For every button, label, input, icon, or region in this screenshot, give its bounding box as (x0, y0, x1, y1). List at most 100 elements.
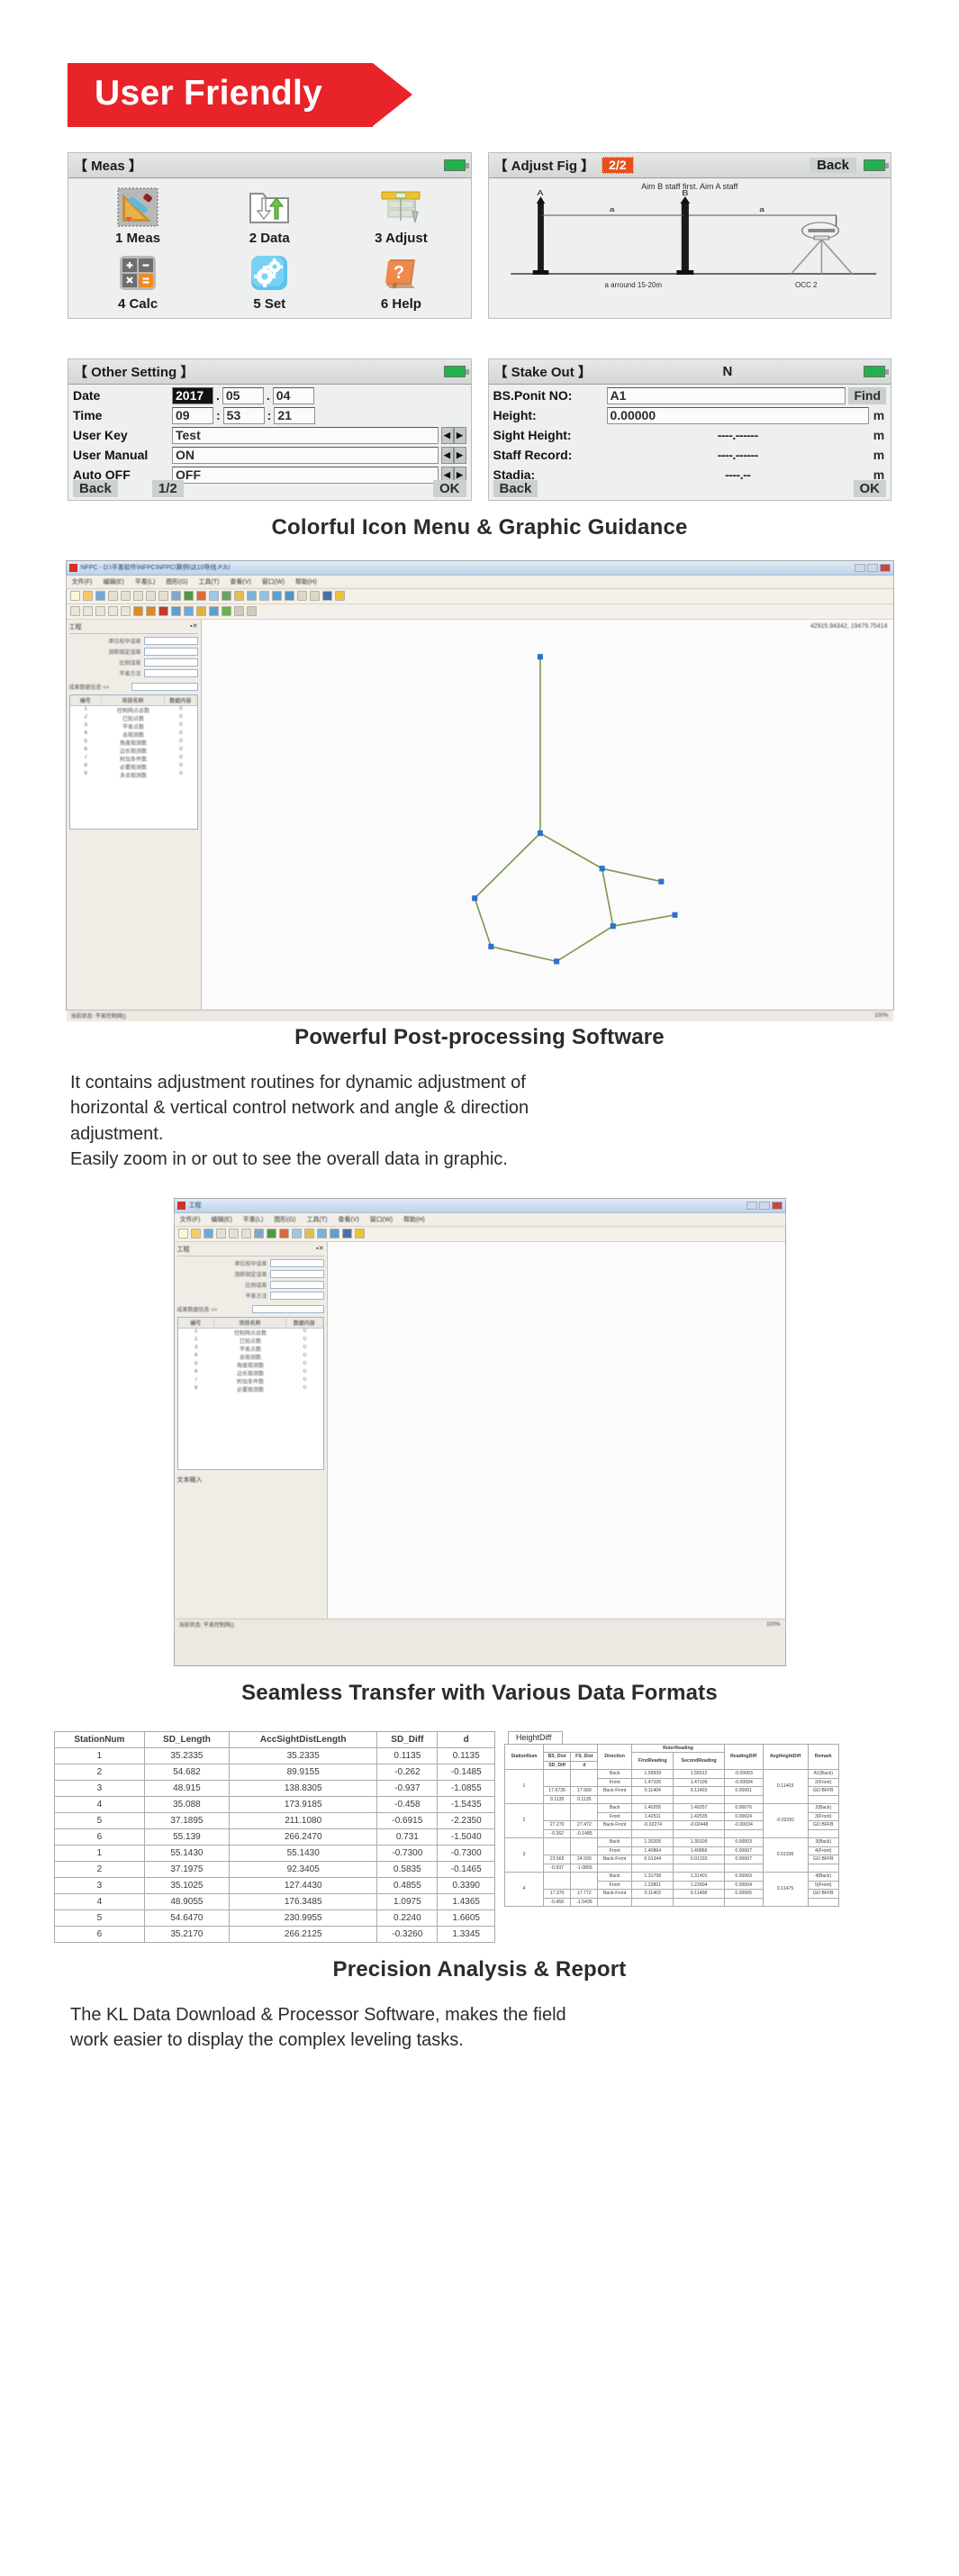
list-item[interactable]: 9 多余观测数 0 (70, 771, 197, 779)
list-item[interactable]: 4 总观测数 0 (178, 1353, 323, 1361)
panel-pin-icon[interactable]: ▪✕ (316, 1245, 323, 1254)
minimize-button[interactable] (854, 563, 865, 572)
toolbar-net-icon[interactable] (316, 1229, 327, 1238)
tool-point-icon[interactable] (82, 606, 93, 617)
toolbar-report-icon[interactable] (278, 1229, 289, 1238)
height-diff-tab[interactable]: HeightDiff (508, 1730, 564, 1744)
tool-delete-icon[interactable] (120, 606, 131, 617)
field-unit-weight-error-input[interactable] (143, 636, 198, 645)
toolbar-info-icon[interactable] (341, 1229, 352, 1238)
toolbar-save-icon[interactable] (203, 1229, 213, 1238)
network-canvas[interactable]: 42915.94342, 19479.75414 (201, 619, 893, 1010)
window-controls[interactable] (746, 1201, 783, 1210)
tool-next-icon[interactable] (246, 606, 257, 617)
tool-zoom-out-icon[interactable] (208, 606, 219, 617)
menu-file[interactable]: 文件(F) (180, 1215, 201, 1224)
list-item[interactable]: 3 平差点数 0 (178, 1345, 323, 1353)
result-selector-dropdown[interactable] (251, 1304, 324, 1313)
result-list[interactable]: 编号 项目名称 数据内容 1 控制网点总数 0 2 已知点数 0 3 平差点数 0 4 总观测… (176, 1316, 324, 1470)
list-item[interactable]: 5 角度观测数 0 (70, 739, 197, 747)
toolbar-redo-icon[interactable] (158, 591, 168, 602)
toolbar-table-icon[interactable] (170, 591, 181, 602)
list-item[interactable]: 1 控制网点总数 0 (70, 706, 197, 714)
list-item[interactable]: 2 已知点数 0 (70, 714, 197, 722)
toolbar-paste-icon[interactable] (132, 591, 143, 602)
menu-help[interactable]: 帮助(H) (295, 577, 317, 586)
toolbar-import-icon[interactable] (329, 1229, 339, 1238)
menu-adjust[interactable]: 平差(L) (135, 577, 156, 586)
toolbar-import-icon[interactable] (271, 591, 282, 602)
toolbar-grid-icon[interactable] (296, 591, 307, 602)
minimize-button[interactable] (746, 1201, 757, 1210)
toolbar-hint-icon[interactable] (354, 1229, 365, 1238)
list-item[interactable]: 8 必要观测数 0 (178, 1385, 323, 1393)
tool-arrow-b-icon[interactable] (145, 606, 156, 617)
chevron-right-icon[interactable]: ▶ (453, 446, 466, 464)
list-item[interactable]: 6 边长观测数 0 (70, 747, 197, 755)
toolbar-chart-icon[interactable] (266, 1229, 276, 1238)
user-key-value[interactable]: Test (172, 426, 439, 444)
menu-adjust[interactable]: 平差(L) (243, 1215, 264, 1224)
list-item[interactable]: 1 控制网点总数 0 (178, 1329, 323, 1337)
menu-edit[interactable]: 编辑(E) (103, 577, 123, 586)
toolbar-cut-icon[interactable] (215, 1229, 226, 1238)
toolbar-hint-icon[interactable] (334, 591, 345, 602)
toolbar-undo-icon[interactable] (240, 1229, 251, 1238)
window-controls[interactable] (854, 563, 891, 572)
menu-graphics[interactable]: 图形(G) (274, 1215, 295, 1224)
tool-select-icon[interactable] (69, 606, 80, 617)
field-unit-weight-error-input[interactable] (269, 1258, 324, 1267)
panel-pin-icon[interactable]: ▪✕ (190, 622, 197, 631)
field-adjust-method-select[interactable] (143, 668, 198, 677)
menu-item-set[interactable]: 5 Set (204, 249, 335, 314)
setting-back-button[interactable]: Back (73, 480, 118, 498)
menu-graphics[interactable]: 图形(G) (166, 577, 187, 586)
chevron-left-icon[interactable]: ◀ (440, 426, 454, 444)
toolbar-info-icon[interactable] (321, 591, 332, 602)
tool-zoom-in-icon[interactable] (170, 606, 181, 617)
stakeout-back-button[interactable]: Back (493, 480, 538, 498)
list-item[interactable]: 7 附加条件数 0 (178, 1377, 323, 1385)
menu-item-calc[interactable]: 4 Calc (72, 249, 204, 314)
toolbar-point-icon[interactable] (258, 591, 269, 602)
list-item[interactable]: 7 附加条件数 0 (70, 755, 197, 763)
list-item[interactable]: 6 边长观测数 0 (178, 1369, 323, 1377)
stakeout-ok-button[interactable]: OK (853, 480, 886, 498)
toolbar-print-icon[interactable] (291, 1229, 302, 1238)
date-month-field[interactable]: 05 (222, 386, 264, 404)
field-adjust-method-select[interactable] (269, 1291, 324, 1300)
user-manual-value[interactable]: ON (172, 446, 439, 464)
toolbar-new-icon[interactable] (69, 591, 80, 602)
find-button[interactable]: Find (848, 386, 886, 404)
menu-file[interactable]: 文件(F) (72, 577, 93, 586)
toolbar-warn-icon[interactable] (303, 1229, 314, 1238)
software-toolbar-primary[interactable] (66, 588, 893, 604)
toolbar-open-icon[interactable] (190, 1229, 201, 1238)
toolbar-preview-icon[interactable] (221, 591, 231, 602)
tool-cursor-icon[interactable] (158, 606, 168, 617)
close-button[interactable] (879, 563, 891, 572)
menu-edit[interactable]: 编辑(E) (211, 1215, 231, 1224)
chevron-right-icon[interactable]: ▶ (453, 426, 466, 444)
menu-item-meas[interactable]: 1 Meas (72, 183, 204, 249)
menu-tools[interactable]: 工具(T) (198, 577, 219, 586)
menu-item-data[interactable]: 2 Data (204, 183, 335, 249)
user-manual-spinner[interactable]: ◀ ▶ (440, 446, 466, 464)
maximize-button[interactable] (758, 1201, 770, 1210)
toolbar-chart-icon[interactable] (183, 591, 194, 602)
toolbar-report-icon[interactable] (195, 591, 206, 602)
toolbar-table-icon[interactable] (253, 1229, 264, 1238)
menu-view[interactable]: 查看(V) (230, 577, 250, 586)
toolbar-export-icon[interactable] (284, 591, 294, 602)
menu-window[interactable]: 窗口(W) (370, 1215, 393, 1224)
empty-canvas[interactable] (327, 1241, 785, 1619)
toolbar-new-icon[interactable] (177, 1229, 188, 1238)
software-toolbar-secondary[interactable] (66, 603, 893, 620)
user-key-spinner[interactable]: ◀ ▶ (440, 426, 466, 444)
close-button[interactable] (771, 1201, 783, 1210)
bs-point-input[interactable]: A1 (606, 386, 846, 404)
toolbar-copy-icon[interactable] (120, 591, 131, 602)
tool-prev-icon[interactable] (233, 606, 244, 617)
toolbar-cut-icon[interactable] (107, 591, 118, 602)
result-list[interactable]: 编号 项目名称 数据内容 1 控制网点总数 0 2 已知点数 0 3 平差点数 0 4 总观测… (68, 694, 198, 830)
